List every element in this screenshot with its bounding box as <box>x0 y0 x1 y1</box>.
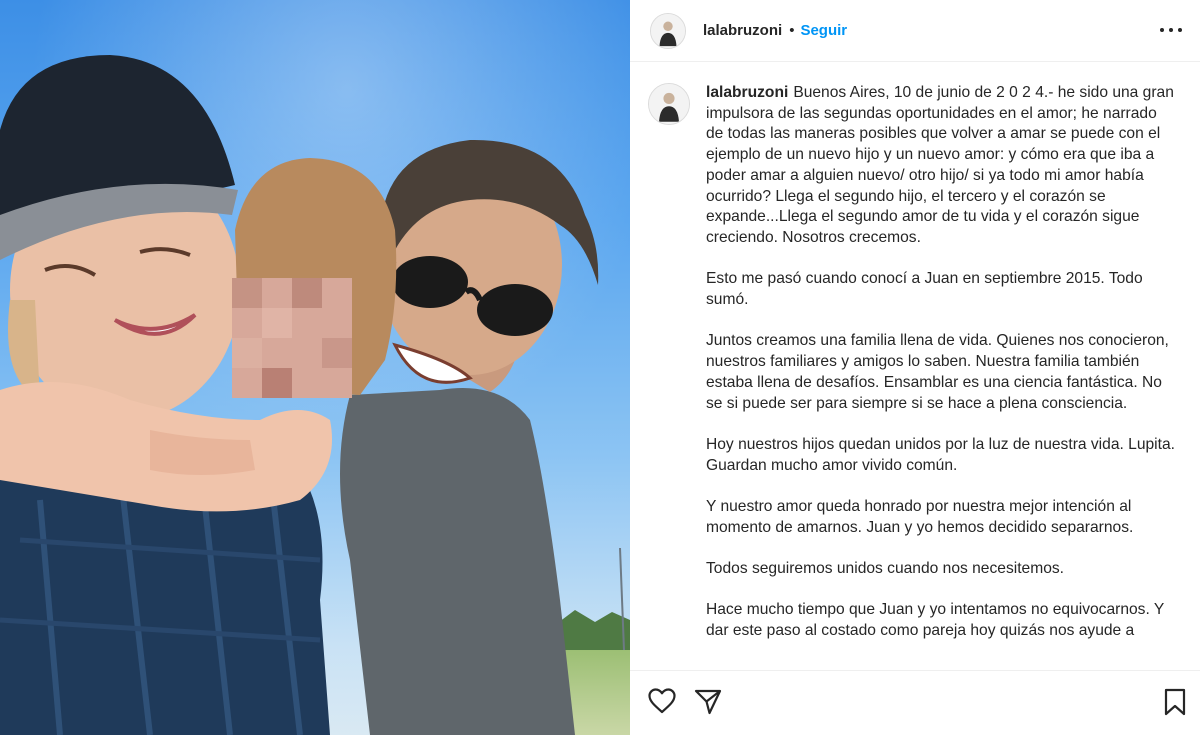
paper-plane-icon[interactable] <box>694 688 722 716</box>
caption-paragraph: Esto me pasó cuando conocí a Juan en sep… <box>706 270 1143 309</box>
follow-button[interactable]: Seguir <box>800 22 847 39</box>
caption-paragraph: Hoy nuestros hijos quedan unidos por la … <box>706 435 1175 474</box>
selfie-illustration <box>0 0 630 735</box>
avatar[interactable] <box>650 12 686 49</box>
caption-avatar[interactable] <box>648 83 690 125</box>
caption-username[interactable]: lalabruzoni <box>706 84 788 101</box>
more-horizontal-icon[interactable] <box>1160 20 1182 40</box>
caption-paragraph: Juntos creamos una familia llena de vida… <box>706 332 1169 412</box>
header-username[interactable]: lalabruzoni <box>703 22 782 39</box>
caption-paragraph-text: Buenos Aires, 10 de junio de 2 0 2 4.- h… <box>706 84 1174 246</box>
caption-paragraph: lalabruzoni Buenos Aires, 10 de junio de … <box>706 83 1176 249</box>
caption-text: lalabruzoni Buenos Aires, 10 de junio de … <box>706 83 1176 670</box>
caption-paragraph: Hace mucho tiempo que Juan y yo intentam… <box>706 601 1164 640</box>
post-photo[interactable] <box>0 0 630 735</box>
caption-profile-picture <box>649 84 689 124</box>
post-panel: lalabruzoni • Seguir lalabruzoni Buenos A… <box>630 0 1200 735</box>
action-bar <box>630 670 1200 735</box>
caption-paragraph: Y nuestro amor queda honrado por nuestra… <box>706 498 1134 536</box>
caption-paragraph: Todos seguiremos unidos cuando nos neces… <box>706 560 1065 578</box>
separator-dot: • <box>789 22 795 39</box>
heart-icon[interactable] <box>648 688 676 714</box>
post-header: lalabruzoni • Seguir <box>630 0 1200 62</box>
profile-picture <box>651 13 685 48</box>
caption-section[interactable]: lalabruzoni Buenos Aires, 10 de junio de … <box>630 63 1200 670</box>
bookmark-icon[interactable] <box>1163 688 1187 716</box>
